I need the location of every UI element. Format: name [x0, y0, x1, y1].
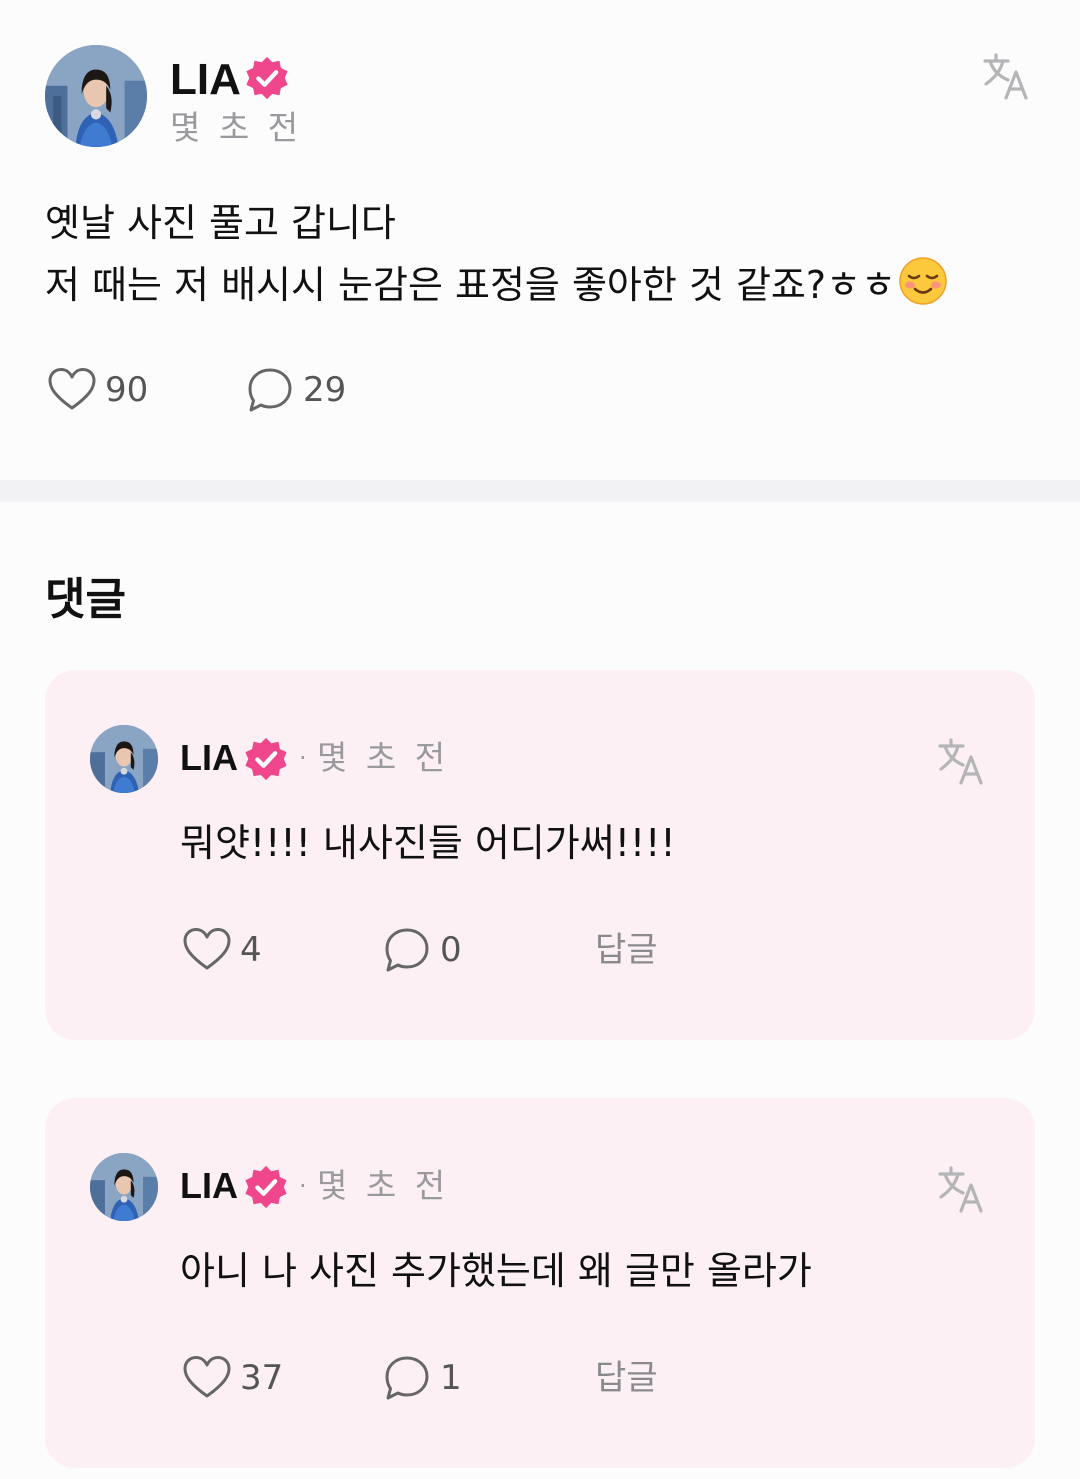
comment-text: 뭐얏!!!! 내사진들 어디가써!!!!: [180, 821, 676, 865]
comment-card: LIA · 몇 초 전 아니 나 사진 추가했는데 왜 글만 올라가 37 1 …: [45, 1098, 1035, 1468]
post-timestamp: 몇 초 전: [170, 108, 303, 147]
separator-dot: ·: [299, 1172, 307, 1200]
comment-bubble-icon: [385, 928, 429, 972]
post-body-line: 옛날 사진 풀고 갑니다: [45, 201, 396, 245]
section-divider: [0, 480, 1080, 502]
heart-icon: [183, 1356, 231, 1398]
comment-timestamp: 몇 초 전: [317, 738, 450, 777]
smiling-face-emoji: [899, 257, 947, 305]
reply-count-button[interactable]: 1: [382, 1353, 462, 1403]
verified-badge-icon: [246, 56, 288, 100]
reply-button[interactable]: 답글: [595, 1353, 658, 1403]
comment-count: 29: [303, 370, 347, 410]
translate-icon[interactable]: [982, 52, 1030, 100]
comment-button[interactable]: 29: [245, 365, 346, 415]
avatar[interactable]: [90, 725, 158, 793]
post: LIA 몇 초 전 옛날 사진 풀고 갑니다 저 때는 저 배시시 눈감은 표정…: [0, 0, 1080, 480]
heart-icon: [48, 368, 96, 410]
verified-badge-icon: [245, 1165, 287, 1209]
comment-timestamp: 몇 초 전: [317, 1166, 450, 1205]
comment-card: LIA · 몇 초 전 뭐얏!!!! 내사진들 어디가써!!!! 4 0 답글: [45, 670, 1035, 1040]
reply-count-button[interactable]: 0: [382, 925, 462, 975]
author-name[interactable]: LIA: [170, 52, 241, 108]
post-body-line: 저 때는 저 배시시 눈감은 표정을 좋아한 것 같죠?ㅎㅎ: [45, 254, 1035, 316]
like-button[interactable]: 4: [182, 925, 262, 975]
reply-count: 0: [440, 930, 462, 970]
translate-icon[interactable]: [937, 737, 985, 785]
translate-icon[interactable]: [937, 1165, 985, 1213]
reply-button[interactable]: 답글: [595, 925, 658, 975]
like-count: 90: [105, 370, 149, 410]
comment-bubble-icon: [248, 368, 292, 412]
comment-bubble-icon: [385, 1356, 429, 1400]
like-button[interactable]: 90: [47, 365, 148, 415]
avatar[interactable]: [90, 1153, 158, 1221]
comment-author[interactable]: LIA: [180, 1162, 238, 1210]
comments-heading: 댓글: [45, 574, 126, 625]
verified-badge-icon: [245, 737, 287, 781]
post-body-text: 저 때는 저 배시시 눈감은 표정을 좋아한 것 같죠?ㅎㅎ: [45, 263, 896, 307]
post-body: 옛날 사진 풀고 갑니다 저 때는 저 배시시 눈감은 표정을 좋아한 것 같죠…: [45, 192, 1035, 316]
like-count: 37: [240, 1358, 284, 1398]
heart-icon: [183, 928, 231, 970]
reply-count: 1: [440, 1358, 462, 1398]
like-count: 4: [240, 930, 262, 970]
comment-text: 아니 나 사진 추가했는데 왜 글만 올라가: [180, 1249, 812, 1293]
separator-dot: ·: [299, 744, 307, 772]
comment-author[interactable]: LIA: [180, 734, 238, 782]
like-button[interactable]: 37: [182, 1353, 283, 1403]
avatar[interactable]: [45, 45, 147, 147]
